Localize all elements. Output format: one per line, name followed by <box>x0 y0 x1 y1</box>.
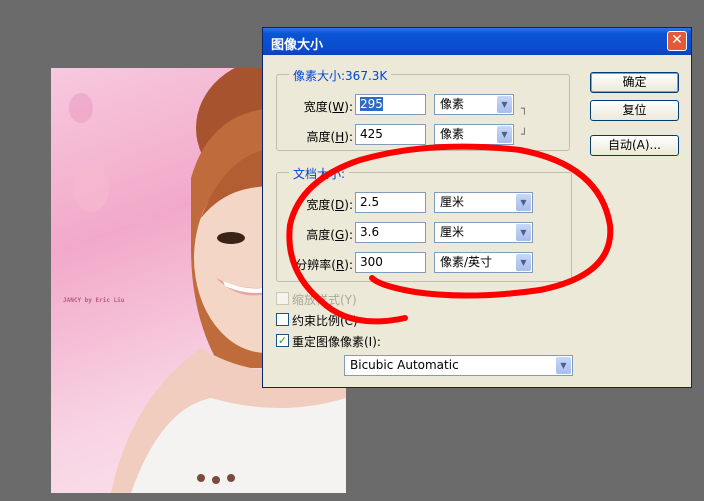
resample-method-select[interactable]: Bicubic Automatic ▼ <box>344 355 573 376</box>
chevron-down-icon: ▼ <box>516 254 531 271</box>
dialog-titlebar[interactable]: 图像大小 ✕ <box>263 28 691 55</box>
scale-styles-label: 缩放样式(Y) <box>292 293 357 307</box>
reset-button[interactable]: 复位 <box>590 100 679 121</box>
doc-height-label: 高度(G): <box>306 228 353 242</box>
scale-styles-checkbox[interactable] <box>276 292 289 305</box>
resample-checkbox[interactable]: ✓ <box>276 334 289 347</box>
doc-width-label: 宽度(D): <box>306 198 353 212</box>
resolution-input[interactable]: 300 <box>355 252 426 273</box>
pixel-link-bracket: ┐ <box>521 102 528 115</box>
pixel-dimensions-legend: 像素大小:367.3K <box>289 67 392 84</box>
image-size-dialog: 图像大小 ✕ 像素大小:367.3K 宽度(W): 295 像素 ▼ 高度(H):… <box>262 27 692 388</box>
constrain-proportions-checkbox[interactable] <box>276 313 289 326</box>
resolution-label: 分辨率(R): <box>295 258 353 272</box>
ok-button[interactable]: 确定 <box>590 72 679 93</box>
pixel-height-input[interactable]: 425 <box>355 124 426 145</box>
photo-credit: JANCY by Eric Liu <box>63 297 125 304</box>
pixel-width-unit-select[interactable]: 像素 ▼ <box>434 94 514 115</box>
auto-button[interactable]: 自动(A)... <box>590 135 679 156</box>
pixel-width-input[interactable]: 295 <box>355 94 426 115</box>
chevron-down-icon: ▼ <box>516 194 531 211</box>
document-size-legend: 文档大小: <box>289 165 350 182</box>
doc-height-unit-select[interactable]: 厘米 ▼ <box>434 222 533 243</box>
close-icon[interactable]: ✕ <box>667 31 687 51</box>
resolution-unit-select[interactable]: 像素/英寸 ▼ <box>434 252 533 273</box>
pixel-height-label: 高度(H): <box>306 130 353 144</box>
pixel-width-label: 宽度(W): <box>303 100 353 114</box>
doc-height-input[interactable]: 3.6 <box>355 222 426 243</box>
chevron-down-icon: ▼ <box>497 96 512 113</box>
pixel-link-bracket-bottom: ┘ <box>521 128 528 141</box>
chevron-down-icon: ▼ <box>556 357 571 374</box>
chevron-down-icon: ▼ <box>497 126 512 143</box>
resample-label: 重定图像像素(I): <box>292 335 381 349</box>
dialog-title: 图像大小 <box>271 38 324 53</box>
chevron-down-icon: ▼ <box>516 224 531 241</box>
doc-width-input[interactable]: 2.5 <box>355 192 426 213</box>
constrain-proportions-label: 约束比例(C) <box>292 314 358 328</box>
pixel-height-unit-select[interactable]: 像素 ▼ <box>434 124 514 145</box>
doc-width-unit-select[interactable]: 厘米 ▼ <box>434 192 533 213</box>
